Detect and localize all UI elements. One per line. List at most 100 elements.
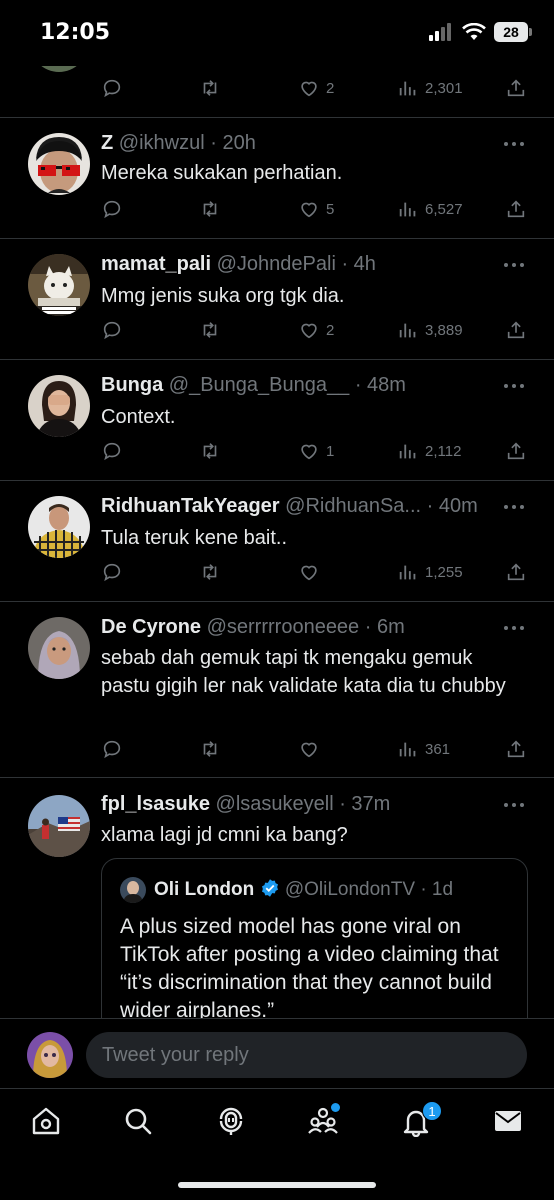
reply-icon <box>103 200 121 219</box>
views-button[interactable]: 3,889 <box>397 317 463 343</box>
user-handle[interactable]: @serrrrrooneeee <box>207 616 360 638</box>
more-icon[interactable] <box>502 801 526 809</box>
avatar[interactable] <box>28 133 90 195</box>
retweet-button[interactable] <box>199 736 221 762</box>
spaces-icon <box>219 1107 243 1135</box>
tab-messages[interactable] <box>492 1105 524 1137</box>
more-icon[interactable] <box>502 261 526 269</box>
like-button[interactable]: 1 <box>298 438 334 464</box>
like-icon <box>301 565 317 581</box>
like-button[interactable] <box>298 736 326 762</box>
display-name[interactable]: RidhuanTakYeager <box>101 495 280 517</box>
avatar[interactable] <box>28 375 90 437</box>
views-button[interactable]: 6,527 <box>397 196 463 222</box>
tweet-header: Bunga @_Bunga_Bunga__ · 48m <box>101 374 494 397</box>
reply-button[interactable] <box>101 559 123 585</box>
quote-handle: @OliLondonTV <box>284 879 416 900</box>
timestamp[interactable]: · 6m <box>365 616 405 638</box>
quoted-tweet[interactable]: Oli London @OliLondonTV · 1d A plus size… <box>101 858 528 1018</box>
like-count: 2 <box>326 321 335 339</box>
share-button[interactable] <box>505 196 527 222</box>
reply-button[interactable] <box>101 438 123 464</box>
tweet-text: xlama lagi jd cmni ka bang? <box>101 824 348 846</box>
retweet-button[interactable] <box>199 559 221 585</box>
like-button[interactable]: 2 <box>298 75 334 101</box>
reply-button[interactable] <box>101 196 123 222</box>
like-icon <box>301 323 317 339</box>
views-icon <box>399 742 416 757</box>
share-button[interactable] <box>505 559 527 585</box>
user-handle[interactable]: @JohndePali <box>217 253 336 275</box>
views-icon <box>399 444 416 459</box>
share-button[interactable] <box>505 317 527 343</box>
like-count: 1 <box>326 442 335 460</box>
retweet-button[interactable] <box>199 438 221 464</box>
battery-indicator: 28 <box>494 22 532 42</box>
retweet-button[interactable] <box>199 317 221 343</box>
reply-input[interactable]: Tweet your reply <box>86 1032 527 1078</box>
tab-home[interactable] <box>30 1105 62 1137</box>
user-handle[interactable]: @_Bunga_Bunga__ <box>169 374 349 396</box>
tweet-header: RidhuanTakYeager @RidhuanSa... · 40m <box>101 495 494 518</box>
like-button[interactable]: 2 <box>298 317 334 343</box>
reply-tweet[interactable]: Z @ikhwzul · 20h Mereka sukakan perhatia… <box>0 118 554 239</box>
tweet-text: sebab dah gemuk tapi tk mengaku gemuk pa… <box>101 647 506 697</box>
retweet-icon <box>203 443 217 459</box>
views-icon <box>399 202 416 217</box>
share-button[interactable] <box>505 438 527 464</box>
reply-button[interactable] <box>101 317 123 343</box>
avatar[interactable] <box>28 795 90 857</box>
like-button[interactable]: 5 <box>298 196 334 222</box>
avatar[interactable] <box>28 496 90 558</box>
reply-tweet[interactable]: mamat_pali @JohndePali · 4h Mmg jenis su… <box>0 239 554 360</box>
tab-search[interactable] <box>122 1105 154 1137</box>
views-button[interactable]: 2,301 <box>397 75 463 101</box>
timestamp[interactable]: · 20h <box>210 132 256 154</box>
user-handle[interactable]: @RidhuanSa... <box>285 495 421 517</box>
retweet-button[interactable] <box>199 196 221 222</box>
display-name[interactable]: fpl_lsasuke <box>101 793 210 815</box>
timestamp[interactable]: · 40m <box>427 495 478 517</box>
display-name[interactable]: Z <box>101 132 113 154</box>
wifi-icon <box>462 23 486 40</box>
share-icon <box>507 442 525 460</box>
reply-icon <box>103 321 121 340</box>
display-name[interactable]: mamat_pali <box>101 253 211 275</box>
reply-button[interactable] <box>101 75 123 101</box>
like-button[interactable] <box>298 559 326 585</box>
quote-display-name: Oli London <box>154 879 255 900</box>
views-button[interactable]: 361 <box>397 736 450 762</box>
reply-tweet[interactable]: Bunga @_Bunga_Bunga__ · 48m Context. 1 2… <box>0 360 554 481</box>
avatar[interactable] <box>28 617 90 679</box>
more-icon[interactable] <box>502 382 526 390</box>
avatar[interactable] <box>28 254 90 316</box>
timestamp[interactable]: · 4h <box>341 253 375 275</box>
timestamp[interactable]: · 48m <box>355 374 406 396</box>
more-icon[interactable] <box>502 140 526 148</box>
view-count: 1,255 <box>425 563 463 581</box>
retweet-icon <box>203 564 217 580</box>
more-icon[interactable] <box>502 624 526 632</box>
timestamp[interactable]: · 37m <box>339 793 390 815</box>
like-count: 2 <box>326 79 335 97</box>
share-button[interactable] <box>505 75 527 101</box>
home-indicator[interactable] <box>178 1182 376 1188</box>
notifications-badge: 1 <box>422 1101 442 1121</box>
tab-communities[interactable] <box>307 1103 340 1137</box>
user-handle[interactable]: @lsasukeyell <box>216 793 334 815</box>
my-avatar[interactable] <box>27 1032 73 1078</box>
views-button[interactable]: 1,255 <box>397 559 463 585</box>
tab-spaces[interactable] <box>215 1105 247 1137</box>
views-button[interactable]: 2,112 <box>397 438 461 464</box>
share-button[interactable] <box>505 736 527 762</box>
tab-notifications[interactable]: 1 <box>400 1101 442 1138</box>
reply-button[interactable] <box>101 736 123 762</box>
reply-tweet[interactable]: De Cyrone @serrrrrooneeee · 6m sebab dah… <box>0 602 554 778</box>
reply-tweet[interactable]: RidhuanTakYeager @RidhuanSa... · 40m Tul… <box>0 481 554 602</box>
display-name[interactable]: Bunga <box>101 374 163 396</box>
display-name[interactable]: De Cyrone <box>101 616 201 638</box>
retweet-button[interactable] <box>199 75 221 101</box>
reply-feed[interactable]: 2 2,301 Z @ikhwzul · 20h Mereka sukakan … <box>0 0 554 1018</box>
more-icon[interactable] <box>502 503 526 511</box>
user-handle[interactable]: @ikhwzul <box>119 132 205 154</box>
